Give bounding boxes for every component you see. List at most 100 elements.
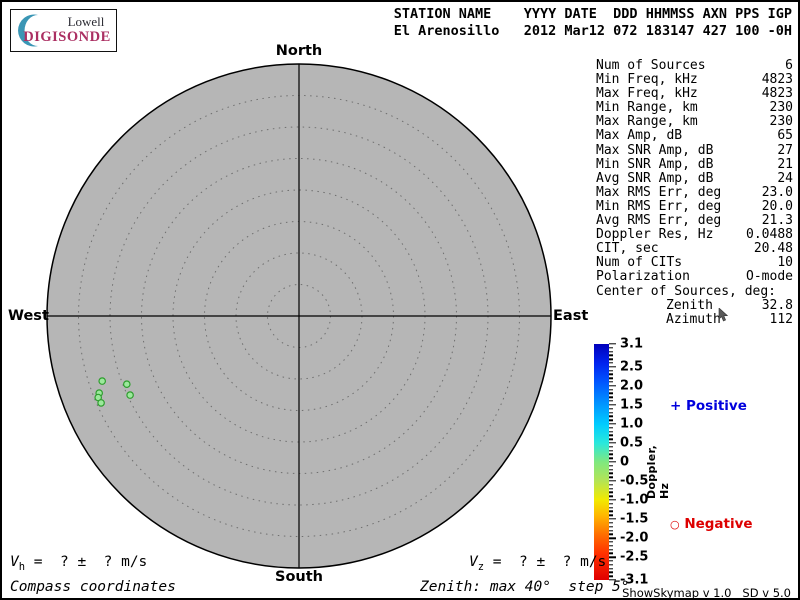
stat-label: Min RMS Err, deg: [596, 198, 722, 214]
stat-row: Zenith 32.8: [596, 297, 793, 313]
colorbar-minor-tick: [609, 522, 613, 524]
stat-row: Avg RMS Err, deg 21.3: [596, 213, 793, 229]
stat-value: 6: [785, 58, 793, 73]
source-dot: [126, 391, 134, 399]
stat-value: 32.8: [761, 297, 793, 313]
zenith-scale-note: Zenith: max 40° step 5°: [420, 579, 630, 595]
vertical-velocity-readout: Vz = ? ± ? m/s: [469, 554, 606, 573]
stat-label: Max RMS Err, deg: [596, 184, 722, 200]
colorbar-minor-tick: [609, 465, 613, 467]
colorbar-minor-tick: [609, 510, 613, 513]
stat-row: Max SNR Amp, dB 27: [596, 142, 793, 158]
colorbar-major-tick: [609, 442, 616, 444]
colorbar-minor-tick: [609, 545, 613, 547]
colorbar-minor-tick: [609, 377, 613, 379]
legend-negative: ○ Negative: [670, 516, 753, 532]
legend-positive: + Positive: [670, 398, 747, 414]
stat-value: 10: [777, 255, 793, 271]
colorbar-minor-tick: [609, 396, 613, 398]
colorbar-tick-label: 2.0: [620, 378, 644, 394]
colorbar-minor-tick: [609, 362, 613, 364]
source-dot: [123, 380, 131, 389]
colorbar-minor-tick: [609, 430, 613, 433]
stat-value: 20.0: [761, 198, 793, 214]
colorbar-minor-tick: [609, 358, 613, 360]
stat-value: 230: [769, 114, 793, 130]
vh-symbol: V: [10, 554, 19, 570]
colorbar-minor-tick: [609, 552, 613, 555]
colorbar-minor-tick: [609, 487, 613, 490]
colorbar-minor-tick: [609, 449, 613, 452]
stat-label: Min Freq, kHz: [596, 72, 698, 88]
colorbar-minor-tick: [609, 354, 613, 357]
stat-label: Max Range, km: [596, 114, 698, 130]
vz-spacer: [484, 554, 493, 570]
colorbar-tick-label: -2.0: [620, 530, 649, 546]
colorbar-minor-tick: [609, 408, 613, 410]
colorbar-minor-tick: [609, 472, 613, 475]
colorbar-minor-tick: [609, 503, 613, 505]
colorbar-minor-tick: [609, 434, 613, 437]
stat-value: 23.0: [761, 184, 793, 200]
colorbar-tick-label: 0: [620, 454, 630, 470]
stat-row: Min SNR Amp, dB 21: [596, 156, 793, 172]
stat-label: Max Freq, kHz: [596, 86, 698, 102]
colorbar-major-tick: [609, 556, 616, 558]
colorbar-minor-tick: [609, 548, 613, 551]
compass-label-north: North: [275, 43, 323, 59]
colorbar-tick-label: 2.5: [620, 359, 644, 375]
stat-value: 20.48: [753, 241, 793, 257]
stat-label: Max SNR Amp, dB: [596, 142, 714, 158]
colorbar-minor-tick: [609, 419, 613, 421]
colorbar-major-tick: [609, 499, 616, 501]
stat-value: 230: [769, 100, 793, 116]
colorbar-minor-tick: [609, 438, 613, 440]
colorbar-minor-tick: [609, 381, 613, 383]
vh-spacer: [25, 554, 34, 570]
stat-row: Polarization O-mode: [596, 270, 793, 284]
stat-label: Polarization: [596, 269, 690, 285]
colorbar-minor-tick: [609, 369, 613, 372]
compass-label-south: South: [275, 569, 323, 585]
version-text: ShowSkymap v 1.0 SD v 5.0: [622, 586, 791, 600]
stat-label: Num of CITs: [596, 255, 683, 271]
colorbar-minor-tick: [609, 347, 613, 349]
stat-value: 65: [777, 128, 793, 144]
colorbar-major-tick: [609, 537, 616, 539]
stat-label: Azimuth: [666, 311, 721, 327]
colorbar-major-tick: [609, 518, 616, 520]
colorbar-minor-tick: [609, 541, 613, 543]
horizontal-velocity-readout: Vh = ? ± ? m/s: [10, 554, 147, 573]
stat-row: Max RMS Err, deg 23.0: [596, 184, 793, 200]
colorbar-minor-tick: [609, 514, 613, 516]
stat-value: 0.0488: [746, 227, 793, 243]
stat-value: 21: [777, 156, 793, 172]
colorbar-minor-tick: [609, 350, 613, 353]
colorbar-tick-label: -1.5: [620, 511, 649, 527]
stat-label: Avg RMS Err, deg: [596, 213, 722, 229]
colorbar-minor-tick: [609, 484, 613, 486]
colorbar-tick-label: -2.5: [620, 549, 649, 565]
colorbar-minor-tick: [609, 427, 613, 429]
colorbar-minor-tick: [609, 560, 613, 562]
plus-marker-icon: +: [670, 398, 682, 414]
colorbar-axis-label: Doppler, Hz: [645, 444, 671, 499]
colorbar-minor-tick: [609, 526, 613, 528]
stat-value: 4823: [761, 86, 793, 102]
stat-label: Min SNR Amp, dB: [596, 156, 714, 172]
colorbar-major-tick: [609, 423, 616, 425]
stat-label: Doppler Res, Hz: [596, 227, 714, 243]
colorbar-minor-tick: [609, 453, 613, 456]
vz-value: = ? ± ? m/s: [492, 554, 607, 570]
stat-row: Max Amp, dB 65: [596, 129, 793, 143]
colorbar-gradient: [594, 344, 609, 580]
stat-row: Azimuth 112: [596, 311, 793, 327]
vh-value: = ? ± ? m/s: [33, 554, 148, 570]
colorbar-minor-tick: [609, 457, 613, 459]
colorbar-major-tick: [609, 343, 616, 345]
stat-value: 4823: [761, 72, 793, 88]
stat-row: Num of Sources 6: [596, 58, 793, 73]
colorbar-minor-tick: [609, 491, 613, 494]
circle-marker-icon: ○: [670, 518, 680, 531]
colorbar-minor-tick: [609, 533, 613, 536]
